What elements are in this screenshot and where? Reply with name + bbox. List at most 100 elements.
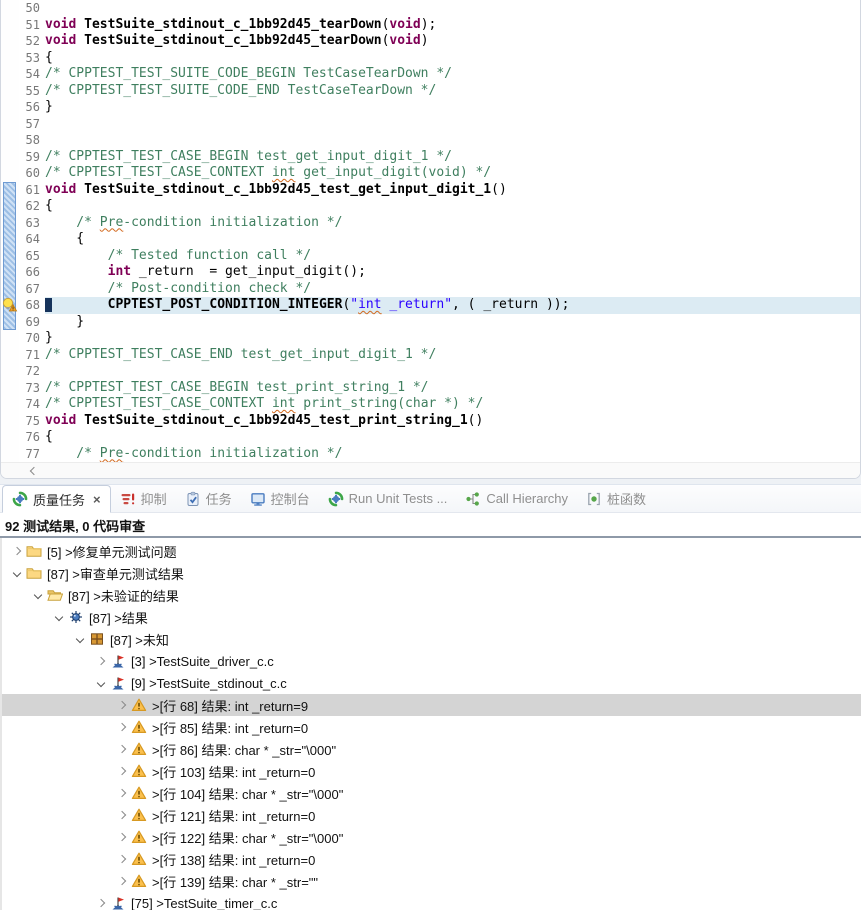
- code-line-68[interactable]: 68 CPPTEST_POST_CONDITION_INTEGER("int _…: [19, 297, 860, 314]
- code-line-71[interactable]: 71/* CPPTEST_TEST_CASE_END test_get_inpu…: [19, 347, 860, 364]
- chevron-right-icon[interactable]: [8, 548, 26, 554]
- code-line-74[interactable]: 74/* CPPTEST_TEST_CASE_CONTEXT int print…: [19, 396, 860, 413]
- chevron-right-icon[interactable]: [113, 702, 131, 708]
- code-line-76[interactable]: 76{: [19, 429, 860, 446]
- code-line-54[interactable]: 54/* CPPTEST_TEST_SUITE_CODE_BEGIN TestC…: [19, 66, 860, 83]
- code-text: /* Tested function call */: [45, 248, 860, 265]
- code-line-53[interactable]: 53{: [19, 50, 860, 67]
- code-text: void TestSuite_stdinout_c_1bb92d45_test_…: [45, 182, 860, 199]
- code-line-65[interactable]: 65 /* Tested function call */: [19, 248, 860, 265]
- code-line-51[interactable]: 51void TestSuite_stdinout_c_1bb92d45_tea…: [19, 17, 860, 34]
- code-line-52[interactable]: 52void TestSuite_stdinout_c_1bb92d45_tea…: [19, 33, 860, 50]
- chevron-right-icon[interactable]: [92, 658, 110, 664]
- tree-item[interactable]: >[行 138] 结果: int _return=0: [2, 848, 861, 870]
- code-line-61[interactable]: 61void TestSuite_stdinout_c_1bb92d45_tes…: [19, 182, 860, 199]
- tree-item[interactable]: >[行 104] 结果: char * _str="\000": [2, 782, 861, 804]
- code-line-64[interactable]: 64 {: [19, 231, 860, 248]
- chevron-down-icon[interactable]: [29, 592, 47, 598]
- line-number: 72: [19, 363, 45, 380]
- tree-item-label: [87] >结果: [89, 608, 148, 627]
- folder-icon: [26, 543, 42, 559]
- chevron-right-icon[interactable]: [113, 768, 131, 774]
- chevron-right-icon[interactable]: [113, 878, 131, 884]
- code-line-66[interactable]: 66 int _return = get_input_digit();: [19, 264, 860, 281]
- chevron-down-icon[interactable]: [71, 636, 89, 642]
- tab-run-unit-tests[interactable]: Run Unit Tests ...: [319, 485, 457, 512]
- chevron-right-icon[interactable]: [113, 790, 131, 796]
- close-icon[interactable]: ×: [93, 492, 101, 507]
- code-lines[interactable]: 5051void TestSuite_stdinout_c_1bb92d45_t…: [19, 0, 860, 462]
- tree-item[interactable]: [75] >TestSuite_timer_c.c: [2, 892, 861, 910]
- line-number: 54: [19, 66, 45, 83]
- tree-item[interactable]: [87] >审查单元测试结果: [2, 562, 861, 584]
- tree-item-label: [9] >TestSuite_stdinout_c.c: [131, 676, 287, 691]
- code-text: {: [45, 198, 860, 215]
- chevron-right-icon[interactable]: [113, 856, 131, 862]
- code-line-73[interactable]: 73/* CPPTEST_TEST_CASE_BEGIN test_print_…: [19, 380, 860, 397]
- code-line-62[interactable]: 62{: [19, 198, 860, 215]
- code-text: /* CPPTEST_TEST_CASE_BEGIN test_get_inpu…: [45, 149, 860, 166]
- line-number: 64: [19, 231, 45, 248]
- folder-icon: [26, 565, 42, 581]
- tree-item[interactable]: [87] >结果: [2, 606, 861, 628]
- tree-item[interactable]: [87] >未验证的结果: [2, 584, 861, 606]
- chevron-down-icon[interactable]: [50, 614, 68, 620]
- chevron-down-icon[interactable]: [92, 680, 110, 686]
- tree-item[interactable]: [5] >修复单元测试问题: [2, 540, 861, 562]
- chevron-right-icon[interactable]: [113, 834, 131, 840]
- tab-console[interactable]: 控制台: [241, 485, 319, 512]
- testsuite-icon: [110, 653, 126, 669]
- tab-quality-tasks[interactable]: 质量任务 ×: [2, 485, 111, 513]
- chevron-right-icon[interactable]: [113, 724, 131, 730]
- code-line-55[interactable]: 55/* CPPTEST_TEST_SUITE_CODE_END TestCas…: [19, 83, 860, 100]
- chevron-right-icon[interactable]: [113, 746, 131, 752]
- code-line-58[interactable]: 58: [19, 132, 860, 149]
- tree-item[interactable]: >[行 103] 结果: int _return=0: [2, 760, 861, 782]
- tree-item-label: >[行 122] 结果: char * _str="\000": [152, 828, 343, 847]
- line-number: 58: [19, 132, 45, 149]
- chevron-right-icon[interactable]: [113, 812, 131, 818]
- tree-item[interactable]: [87] >未知: [2, 628, 861, 650]
- line-number: 68: [19, 297, 45, 314]
- tree-item[interactable]: >[行 68] 结果: int _return=9: [2, 694, 861, 716]
- chevron-right-icon[interactable]: [92, 900, 110, 906]
- code-line-59[interactable]: 59/* CPPTEST_TEST_CASE_BEGIN test_get_in…: [19, 149, 860, 166]
- results-tree[interactable]: [5] >修复单元测试问题[87] >审查单元测试结果[87] >未验证的结果 […: [0, 538, 861, 910]
- annotation-ruler[interactable]: [1, 0, 19, 462]
- code-line-69[interactable]: 69 }: [19, 314, 860, 331]
- code-line-67[interactable]: 67 /* Post-condition check */: [19, 281, 860, 298]
- tree-item[interactable]: >[行 86] 结果: char * _str="\000": [2, 738, 861, 760]
- tab-suppressions[interactable]: 抑制: [111, 485, 176, 512]
- code-text: /* CPPTEST_TEST_SUITE_CODE_BEGIN TestCas…: [45, 66, 860, 83]
- tree-item[interactable]: [3] >TestSuite_driver_c.c: [2, 650, 861, 672]
- tab-stubs[interactable]: 桩函数: [577, 485, 655, 512]
- code-line-60[interactable]: 60/* CPPTEST_TEST_CASE_CONTEXT int get_i…: [19, 165, 860, 182]
- code-line-63[interactable]: 63 /* Pre-condition initialization */: [19, 215, 860, 232]
- tab-call-hierarchy[interactable]: Call Hierarchy: [456, 485, 577, 512]
- scroll-left-icon[interactable]: [30, 466, 38, 474]
- tree-item[interactable]: >[行 139] 结果: char * _str="": [2, 870, 861, 892]
- line-number: 51: [19, 17, 45, 34]
- code-line-75[interactable]: 75void TestSuite_stdinout_c_1bb92d45_tes…: [19, 413, 860, 430]
- code-text: [45, 132, 860, 149]
- tree-item[interactable]: >[行 122] 结果: char * _str="\000": [2, 826, 861, 848]
- code-line-57[interactable]: 57: [19, 116, 860, 133]
- tasks-icon: [185, 491, 201, 507]
- tree-item[interactable]: [9] >TestSuite_stdinout_c.c: [2, 672, 861, 694]
- chevron-down-icon[interactable]: [8, 570, 26, 576]
- tree-item[interactable]: >[行 121] 结果: int _return=0: [2, 804, 861, 826]
- code-editor[interactable]: 5051void TestSuite_stdinout_c_1bb92d45_t…: [0, 0, 861, 479]
- tab-tasks[interactable]: 任务: [176, 485, 241, 512]
- code-line-50[interactable]: 50: [19, 0, 860, 17]
- code-line-56[interactable]: 56}: [19, 99, 860, 116]
- code-line-77[interactable]: 77 /* Pre-condition initialization */: [19, 446, 860, 463]
- bulb-warning-icon[interactable]: [1, 296, 18, 313]
- horizontal-scrollbar[interactable]: [1, 462, 860, 478]
- tree-item[interactable]: >[行 85] 结果: int _return=0: [2, 716, 861, 738]
- code-text: /* Pre-condition initialization */: [45, 215, 860, 232]
- code-line-70[interactable]: 70}: [19, 330, 860, 347]
- line-number: 55: [19, 83, 45, 100]
- view-tab-bar[interactable]: 质量任务 × 抑制任务控制台Run Unit Tests ...Call Hiera…: [0, 485, 861, 513]
- code-line-72[interactable]: 72: [19, 363, 860, 380]
- tab-label: 质量任务: [33, 490, 85, 509]
